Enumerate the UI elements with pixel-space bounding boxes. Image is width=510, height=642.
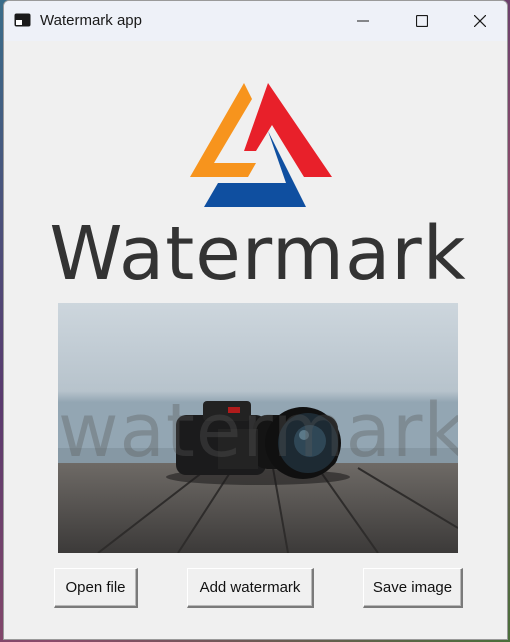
title-bar[interactable]: Watermark app — [4, 1, 507, 41]
app-window-icon — [14, 13, 31, 27]
maximize-button[interactable] — [393, 1, 451, 41]
preview-image: watermark — [58, 303, 458, 553]
minimize-icon — [357, 20, 369, 22]
close-button[interactable] — [451, 1, 507, 41]
window-title: Watermark app — [40, 12, 142, 29]
logo-wordmark: Watermark — [49, 211, 467, 297]
open-file-button[interactable]: Open file — [54, 568, 138, 608]
save-image-button[interactable]: Save image — [363, 568, 463, 608]
maximize-icon — [416, 15, 428, 27]
minimize-button[interactable] — [334, 1, 392, 41]
logo-triangle-icon — [190, 83, 332, 207]
add-watermark-button[interactable]: Add watermark — [187, 568, 314, 608]
close-icon — [474, 15, 486, 27]
app-window: Watermark app Watermark watermark Open f… — [3, 0, 508, 640]
image-watermark-text: watermark — [58, 388, 458, 474]
